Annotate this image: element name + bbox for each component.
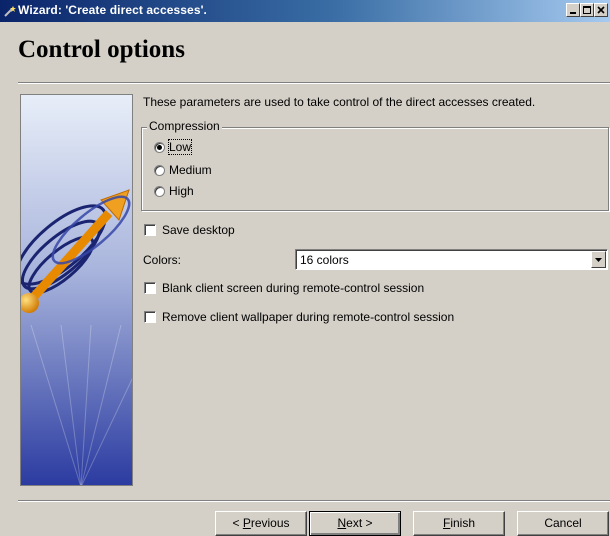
cancel-label: Cancel (544, 516, 582, 530)
next-button[interactable]: Next > (309, 511, 401, 536)
radio-button[interactable] (154, 141, 165, 153)
radio-high[interactable]: High (154, 184, 194, 198)
page-title: Control options (18, 36, 185, 63)
finish-rest: inish (450, 516, 476, 530)
maximize-button[interactable] (580, 3, 594, 17)
footer-divider (18, 500, 610, 502)
minimize-icon (570, 12, 576, 14)
save-desktop-checkbox[interactable]: Save desktop (144, 223, 235, 237)
colors-dropdown-value: 16 colors (300, 253, 349, 267)
window-title: Wizard: 'Create direct accesses'. (18, 3, 207, 17)
colors-dropdown[interactable]: 16 colors (295, 249, 608, 270)
chevron-down-icon (595, 258, 602, 262)
minimize-button[interactable] (566, 3, 580, 17)
remove-wallpaper-checkbox[interactable]: Remove client wallpaper during remote-co… (144, 310, 454, 324)
intro-text: These parameters are used to take contro… (143, 95, 536, 109)
colors-label: Colors: (143, 253, 182, 267)
checkbox-box[interactable] (144, 311, 156, 323)
wand-icon (4, 6, 16, 17)
radio-high-label: High (169, 184, 194, 198)
previous-button[interactable]: < Previous (215, 511, 307, 536)
blank-screen-label: Blank client screen during remote-contro… (162, 281, 425, 295)
cancel-button[interactable]: Cancel (517, 511, 609, 536)
radio-low-label: Low (167, 139, 193, 155)
previous-mnemonic: P (242, 516, 251, 530)
finish-button[interactable]: Finish (413, 511, 505, 536)
close-icon (597, 6, 605, 14)
dropdown-button[interactable] (591, 251, 606, 268)
radio-button[interactable] (154, 164, 165, 176)
previous-rest: revious (250, 516, 290, 530)
blank-screen-checkbox[interactable]: Blank client screen during remote-contro… (144, 281, 424, 295)
next-mnemonic: N (337, 516, 347, 530)
title-bar[interactable]: Wizard: 'Create direct accesses'. (0, 0, 610, 22)
remove-wallpaper-label: Remove client wallpaper during remote-co… (162, 310, 455, 324)
wizard-banner-image (20, 94, 133, 486)
header-divider (18, 82, 610, 84)
previous-prefix: < (232, 516, 243, 530)
radio-medium[interactable]: Medium (154, 163, 212, 177)
close-button[interactable] (594, 3, 608, 17)
next-rest: ext > (346, 516, 373, 530)
radio-medium-label: Medium (169, 163, 212, 177)
maximize-icon (583, 6, 591, 14)
radio-button[interactable] (154, 185, 165, 197)
checkbox-box[interactable] (144, 282, 156, 294)
save-desktop-label: Save desktop (162, 223, 235, 237)
checkbox-box[interactable] (144, 224, 156, 236)
compression-group-label: Compression (147, 119, 222, 133)
radio-low[interactable]: Low (154, 139, 193, 155)
